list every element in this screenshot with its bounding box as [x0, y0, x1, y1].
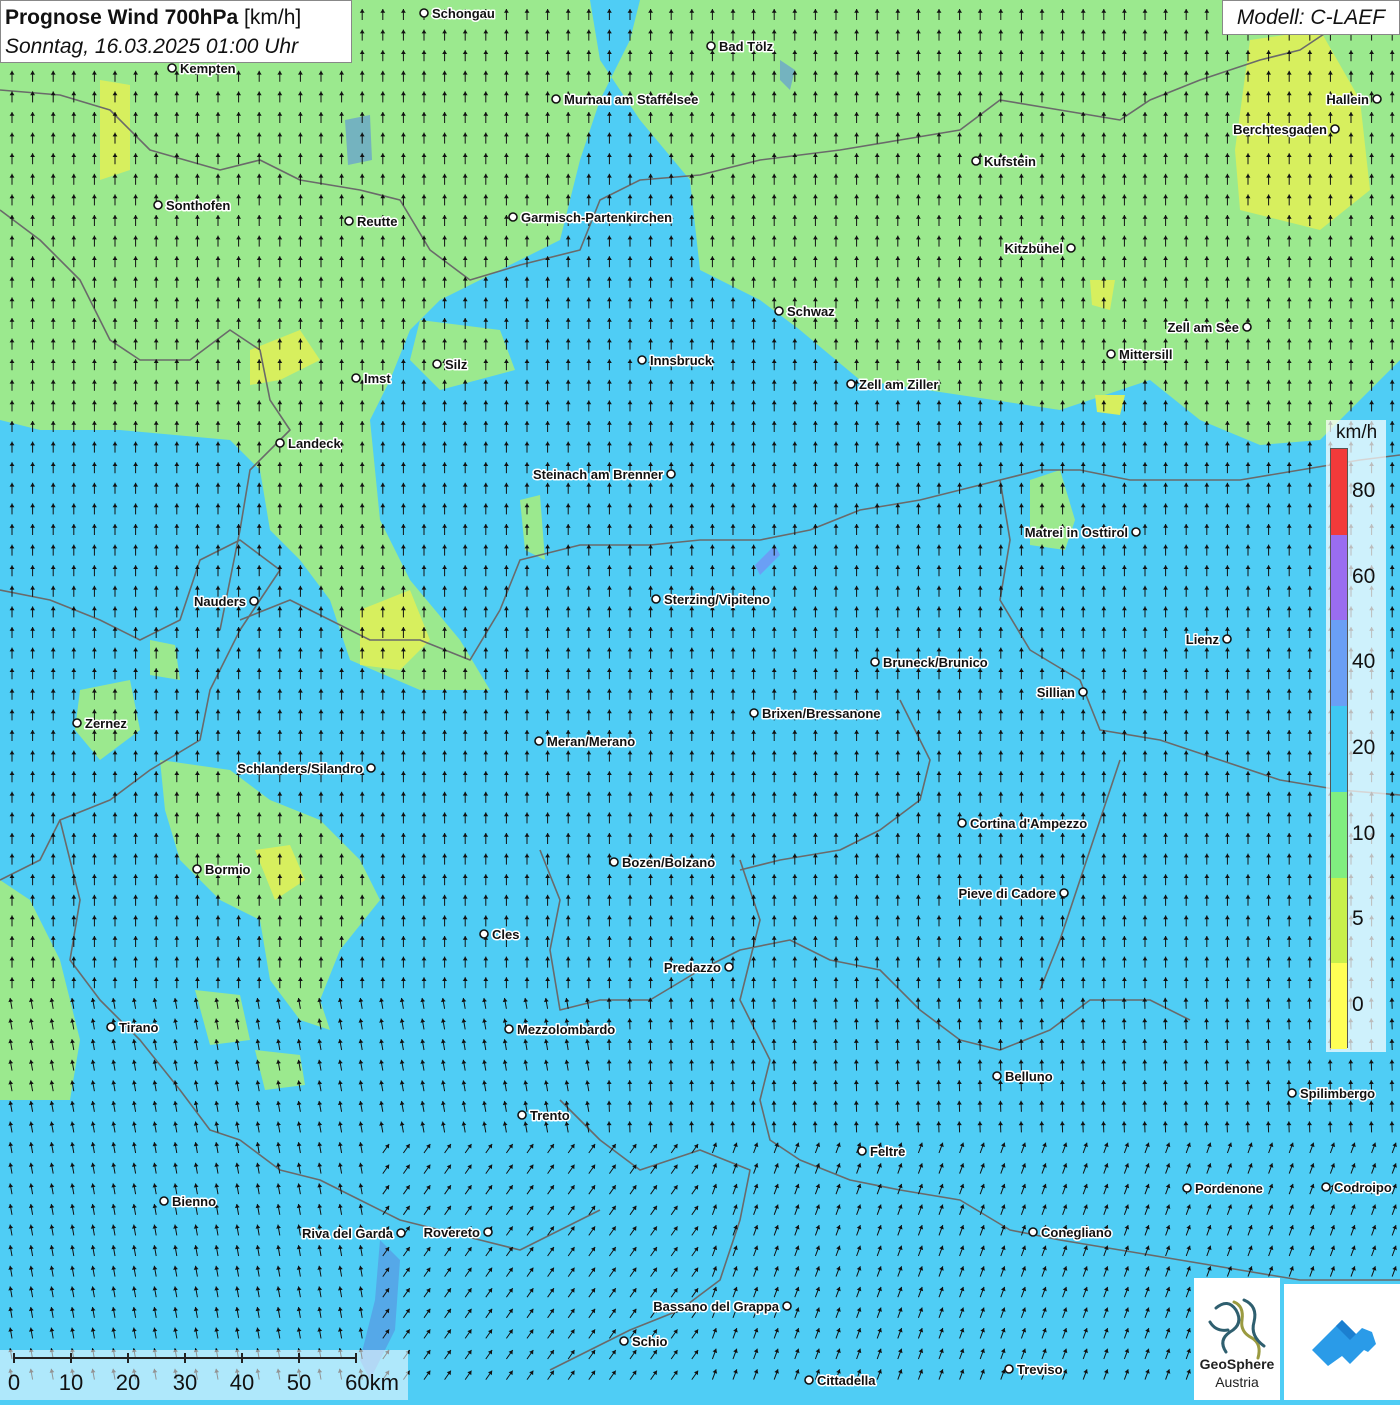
lake-small-2: [345, 115, 372, 165]
zillertal-yellow: [1095, 395, 1125, 415]
wind-map: SchongauBad TölzKemptenMurnau am Staffel…: [0, 0, 1400, 1400]
